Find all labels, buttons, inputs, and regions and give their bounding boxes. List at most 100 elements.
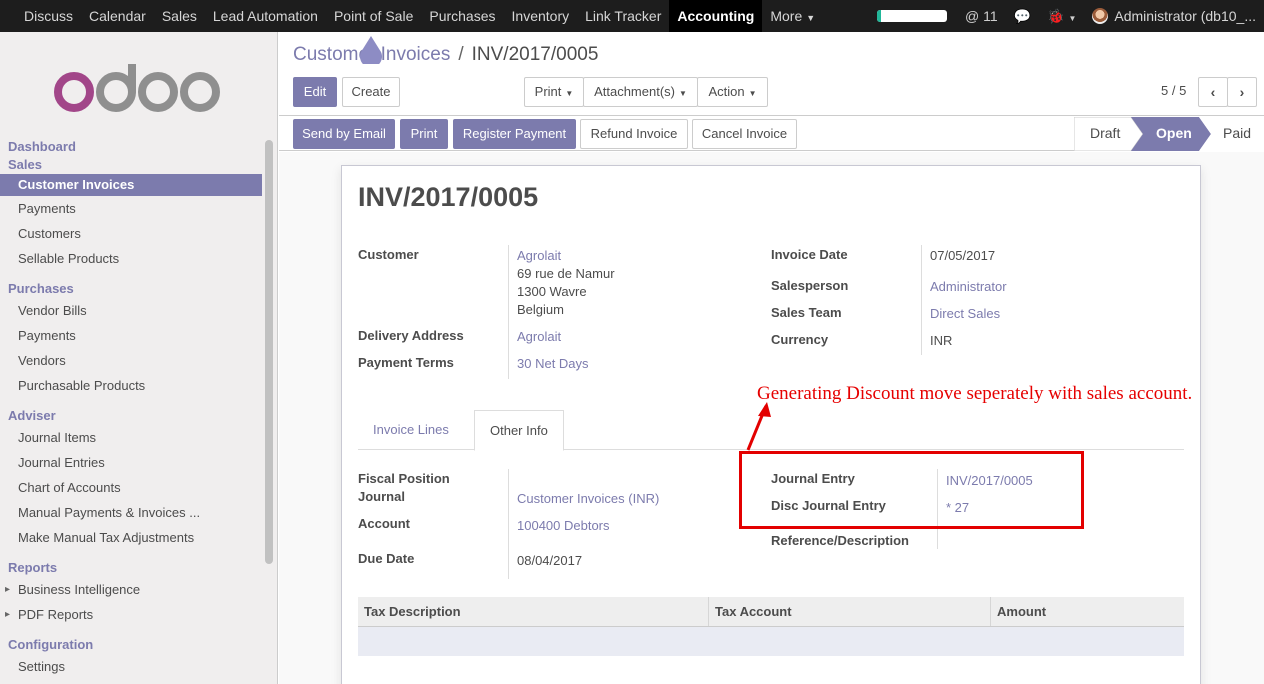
- pager-previous-button[interactable]: ‹: [1198, 77, 1228, 107]
- customer-label: Customer: [358, 247, 419, 262]
- table-row: [358, 627, 1184, 656]
- stage-open[interactable]: Open: [1156, 125, 1192, 141]
- caret-down-icon: ▼: [748, 89, 757, 98]
- pager-next-button[interactable]: ›: [1227, 77, 1257, 107]
- tax-description-header[interactable]: Tax Description: [358, 597, 709, 626]
- app-menu: Discuss Calendar Sales Lead Automation P…: [0, 0, 823, 32]
- sidebar-item-settings[interactable]: Settings: [0, 654, 262, 679]
- breadcrumb-separator: /: [458, 44, 464, 65]
- field-divider: [508, 245, 509, 379]
- sidebar-item-vendor-payments[interactable]: Payments: [0, 323, 262, 348]
- print-button[interactable]: Print: [400, 119, 448, 149]
- sidebar-menu: Dashboard Sales Customer Invoices Paymen…: [0, 138, 262, 679]
- progress-fill: [877, 10, 881, 22]
- control-panel: Customer Invoices / INV/2017/0005 Edit Cre…: [279, 32, 1264, 116]
- address-line-1: 69 rue de Namur: [517, 266, 615, 281]
- sidebar-section-sales: Sales: [8, 157, 42, 172]
- tax-table: Tax Description Tax Account Amount: [358, 597, 1184, 656]
- refund-invoice-button[interactable]: Refund Invoice: [580, 119, 688, 149]
- delivery-address-link[interactable]: Agrolait: [517, 329, 561, 344]
- journal-label: Journal: [358, 489, 405, 504]
- print-dropdown[interactable]: Print ▼: [524, 77, 584, 107]
- sidebar-item-pdf-reports[interactable]: PDF Reports: [0, 602, 262, 627]
- attachments-dropdown-label: Attachment(s): [594, 84, 675, 99]
- action-dropdown[interactable]: Action ▼: [697, 77, 768, 107]
- sidebar-item-chart-of-accounts[interactable]: Chart of Accounts: [0, 475, 262, 500]
- sidebar-scrollbar[interactable]: [265, 140, 273, 564]
- sidebar-item-vendors[interactable]: Vendors: [0, 348, 262, 373]
- sidebar-section-configuration: Configuration: [8, 637, 94, 652]
- sidebar-item-manual-tax[interactable]: Make Manual Tax Adjustments: [0, 525, 262, 550]
- caret-down-icon: ▼: [565, 89, 574, 98]
- sidebar-section-purchases: Purchases: [8, 281, 74, 296]
- sales-team-link[interactable]: Direct Sales: [930, 306, 1000, 321]
- sidebar-item-sellable-products[interactable]: Sellable Products: [0, 246, 262, 271]
- chat-icon[interactable]: 💬: [1014, 8, 1031, 25]
- edit-button[interactable]: Edit: [293, 77, 337, 107]
- payment-terms-link[interactable]: 30 Net Days: [517, 356, 589, 371]
- menu-inventory[interactable]: Inventory: [504, 0, 578, 32]
- sales-team-label: Sales Team: [771, 305, 842, 320]
- currency-value: INR: [930, 333, 953, 348]
- odoo-logo[interactable]: [54, 64, 224, 112]
- tab-invoice-lines[interactable]: Invoice Lines: [358, 410, 464, 450]
- action-dropdown-label: Action: [708, 84, 745, 99]
- notifications-counter[interactable]: @ 11: [965, 8, 998, 24]
- sidebar-item-customers[interactable]: Customers: [0, 221, 262, 246]
- sidebar-item-journal-entries[interactable]: Journal Entries: [0, 450, 262, 475]
- stage-paid[interactable]: Paid: [1223, 125, 1251, 141]
- payment-terms-label: Payment Terms: [358, 355, 454, 370]
- chevron-right-icon: ›: [1239, 84, 1245, 100]
- annotation-arrow-icon: [746, 402, 771, 451]
- salesperson-label: Salesperson: [771, 278, 849, 293]
- attachments-dropdown[interactable]: Attachment(s) ▼: [583, 77, 698, 107]
- register-payment-button[interactable]: Register Payment: [453, 119, 576, 149]
- field-divider: [921, 245, 922, 355]
- account-link[interactable]: 100400 Debtors: [517, 518, 610, 533]
- due-date-label: Due Date: [358, 551, 415, 566]
- systray: @ 11 💬 🐞 ▼ Administrator (db10_...: [877, 0, 1264, 32]
- customer-link[interactable]: Agrolait: [517, 248, 561, 263]
- sidebar-item-vendor-bills[interactable]: Vendor Bills: [0, 298, 262, 323]
- salesperson-link[interactable]: Administrator: [930, 279, 1007, 294]
- print-dropdown-label: Print: [534, 84, 562, 99]
- sidebar: Dashboard Sales Customer Invoices Paymen…: [0, 32, 278, 684]
- sidebar-item-purchasable-products[interactable]: Purchasable Products: [0, 373, 262, 398]
- menu-accounting[interactable]: Accounting: [669, 0, 763, 32]
- send-by-email-button[interactable]: Send by Email: [293, 119, 395, 149]
- stage-draft[interactable]: Draft: [1090, 125, 1120, 141]
- amount-header[interactable]: Amount: [991, 597, 1184, 626]
- menu-sales[interactable]: Sales: [154, 0, 205, 32]
- menu-link-tracker[interactable]: Link Tracker: [577, 0, 669, 32]
- sidebar-item-business-intelligence[interactable]: Business Intelligence: [0, 577, 262, 602]
- bug-icon[interactable]: 🐞 ▼: [1047, 8, 1076, 25]
- menu-discuss[interactable]: Discuss: [16, 0, 81, 32]
- cancel-invoice-button[interactable]: Cancel Invoice: [692, 119, 797, 149]
- sidebar-item-customer-invoices[interactable]: Customer Invoices: [0, 174, 262, 196]
- invoice-date-value: 07/05/2017: [930, 248, 996, 263]
- sidebar-item-manual-payments[interactable]: Manual Payments & Invoices ...: [0, 500, 262, 525]
- chevron-left-icon: ‹: [1210, 84, 1216, 100]
- sidebar-item-payments[interactable]: Payments: [0, 196, 262, 221]
- pager-value: 5 / 5: [1161, 83, 1187, 98]
- sidebar-item-dashboard[interactable]: Dashboard: [0, 138, 262, 156]
- create-button[interactable]: Create: [342, 77, 400, 107]
- annotation-highlight-box: [739, 451, 1084, 529]
- statusbar: Send by Email Print Register Payment Ref…: [279, 117, 1264, 151]
- user-menu[interactable]: Administrator (db10_...: [1114, 8, 1256, 24]
- tab-other-info[interactable]: Other Info: [474, 410, 564, 451]
- journal-link[interactable]: Customer Invoices (INR): [517, 491, 659, 506]
- address-line-2: 1300 Wavre: [517, 284, 587, 299]
- menu-purchases[interactable]: Purchases: [421, 0, 503, 32]
- progress-bar[interactable]: [877, 10, 948, 22]
- caret-down-icon: ▼: [806, 13, 816, 23]
- avatar[interactable]: [1092, 8, 1109, 24]
- menu-more[interactable]: More ▼: [762, 0, 823, 32]
- breadcrumb-current: INV/2017/0005: [471, 44, 599, 65]
- menu-calendar[interactable]: Calendar: [81, 0, 154, 32]
- sidebar-item-journal-items[interactable]: Journal Items: [0, 425, 262, 450]
- loading-drop-icon: [360, 36, 382, 64]
- tax-account-header[interactable]: Tax Account: [709, 597, 991, 626]
- menu-lead-automation[interactable]: Lead Automation: [205, 0, 326, 32]
- menu-point-of-sale[interactable]: Point of Sale: [326, 0, 421, 32]
